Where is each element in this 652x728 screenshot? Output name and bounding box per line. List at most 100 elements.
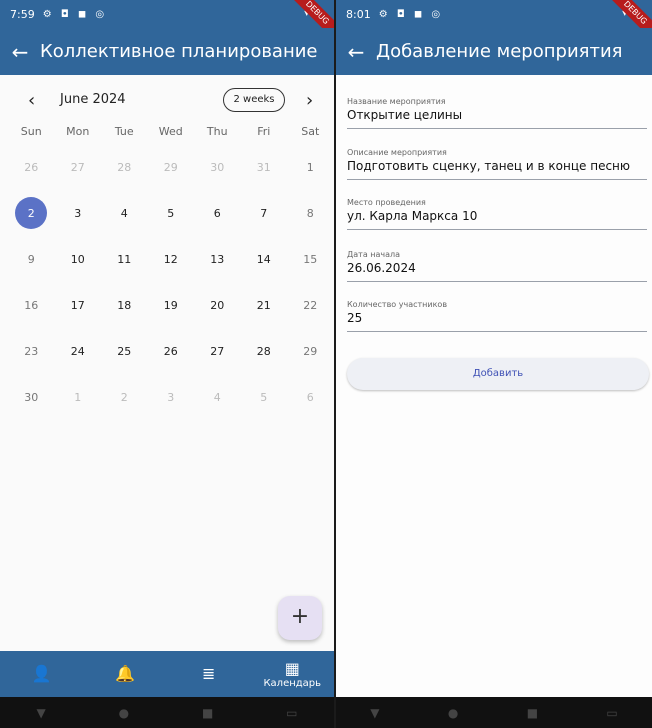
start-date-field[interactable]: Дата начала 26.06.2024 [347,249,647,282]
weekday-label: Sat [301,125,320,138]
back-triangle-icon[interactable]: ▼ [370,706,379,720]
app-bar: ← Коллективное планирование [0,28,334,75]
system-navigation-bar: ▼ ● ■ ▭ [0,697,334,728]
field-value[interactable]: ул. Карла Маркса 10 [347,209,647,229]
bottom-navigation: 👤 🔔 ≣ ▦ Календарь [0,651,334,697]
page-title: Коллективное планирование [40,41,318,62]
calendar-day[interactable]: 3 [148,374,195,420]
calendar-day[interactable]: 30 [8,374,55,420]
field-label: Название мероприятия [347,97,446,106]
calendar-day[interactable]: 22 [287,282,334,328]
keyboard-icon[interactable]: ▭ [286,706,297,720]
nav-item-label: Календарь [263,677,322,689]
calendar-day[interactable]: 18 [101,282,148,328]
calendar-day[interactable]: 24 [55,328,102,374]
status-time: 7:59 [10,7,35,21]
calendar-day[interactable]: 4 [194,374,241,420]
status-bar: 7:59 ⚙ ◘ ◼ ◎ ▾ ▮ DEBUG [0,0,334,43]
back-triangle-icon[interactable]: ▼ [36,706,45,720]
calendar-day[interactable]: 15 [287,236,334,282]
calendar-day[interactable]: 11 [101,236,148,282]
calendar-day[interactable]: 21 [241,282,288,328]
calendar-day[interactable]: 5 [148,190,195,236]
recents-square-icon[interactable]: ■ [202,706,213,720]
calendar-day[interactable]: 26 [8,144,55,190]
calendar-day[interactable]: 1 [55,374,102,420]
nav-item-list[interactable]: ≣ [167,651,251,697]
calendar-day[interactable]: 30 [194,144,241,190]
weekday-label: Thu [206,125,228,138]
calendar-day[interactable]: 26 [148,328,195,374]
weekday-label: Wed [158,125,183,138]
calendar-day[interactable]: 25 [101,328,148,374]
status-icons: ⚙ ◘ ◼ ◎ [378,8,444,20]
bell-icon: 🔔 [115,664,136,683]
weekday-label: Mon [66,125,90,138]
field-value[interactable]: 26.06.2024 [347,261,647,281]
participants-count-field[interactable]: Количество участников 25 [347,299,647,332]
calendar-day[interactable]: 9 [8,236,55,282]
calendar-day[interactable]: 29 [287,328,334,374]
calendar-day[interactable]: 28 [101,144,148,190]
status-icons: ⚙ ◘ ◼ ◎ [42,8,108,20]
calendar-day[interactable]: 13 [194,236,241,282]
calendar-day[interactable]: 6 [287,374,334,420]
calendar-day[interactable]: 6 [194,190,241,236]
calendar-day[interactable]: 4 [101,190,148,236]
event-location-field[interactable]: Место проведения ул. Карла Маркса 10 [347,197,647,230]
field-value[interactable]: Открытие целины [347,108,647,128]
calendar-icon: ▦ [284,658,300,678]
field-label: Место проведения [347,198,426,207]
calendar-day[interactable]: 3 [55,190,102,236]
calendar-day[interactable]: 16 [8,282,55,328]
status-time: 8:01 [346,7,371,21]
event-description-field[interactable]: Описание мероприятия Подготовить сценку,… [347,147,647,180]
home-circle-icon[interactable]: ● [119,706,129,720]
calendar-day[interactable]: 10 [55,236,102,282]
field-label: Количество участников [347,300,448,309]
chevron-right-icon[interactable]: › [306,90,313,111]
add-button[interactable]: Добавить [347,358,649,390]
field-label: Описание мероприятия [347,148,447,157]
nav-item-profile[interactable]: 👤 [0,651,84,697]
app-bar: ← Добавление мероприятия [336,28,652,75]
format-toggle-button[interactable]: 2 weeks [223,88,285,112]
calendar-day[interactable]: 7 [241,190,288,236]
back-arrow-icon[interactable]: ← [0,40,40,64]
calendar-day[interactable]: 2 [101,374,148,420]
calendar-header: ‹ June 2024 2 weeks › [0,88,334,114]
weekday-label: Fri [257,125,271,138]
calendar-day[interactable]: 23 [8,328,55,374]
calendar-day[interactable]: 20 [194,282,241,328]
add-event-screen: 8:01 ⚙ ◘ ◼ ◎ ▾ ▮ DEBUG ← Добавление меро… [336,0,652,728]
calendar-day[interactable]: 17 [55,282,102,328]
calendar-day[interactable]: 19 [148,282,195,328]
keyboard-icon[interactable]: ▭ [606,706,617,720]
calendar-day[interactable]: 1 [287,144,334,190]
nav-item-notifications[interactable]: 🔔 [84,651,168,697]
field-value[interactable]: Подготовить сценку, танец и в конце песн… [347,159,647,179]
calendar-day[interactable]: 14 [241,236,288,282]
calendar-day[interactable]: 29 [148,144,195,190]
chevron-left-icon[interactable]: ‹ [28,90,35,111]
back-arrow-icon[interactable]: ← [336,40,376,64]
calendar-day[interactable]: 27 [194,328,241,374]
field-value[interactable]: 25 [347,311,647,331]
calendar-day[interactable]: 5 [241,374,288,420]
system-navigation-bar: ▼ ● ■ ▭ [336,697,652,728]
status-bar: 8:01 ⚙ ◘ ◼ ◎ ▾ ▮ DEBUG [336,0,652,43]
calendar-day[interactable]: 27 [55,144,102,190]
recents-square-icon[interactable]: ■ [527,706,538,720]
calendar-day[interactable]: 28 [241,328,288,374]
event-name-field[interactable]: Название мероприятия Открытие целины [347,96,647,129]
home-circle-icon[interactable]: ● [448,706,458,720]
page-title: Добавление мероприятия [376,41,623,62]
calendar-day[interactable]: 12 [148,236,195,282]
add-event-fab[interactable]: + [278,596,322,640]
calendar-day-selected[interactable]: 2 [8,190,55,236]
calendar-grid: Sun Mon Tue Wed Thu Fri Sat 26 27 28 29 … [8,120,334,420]
nav-item-calendar[interactable]: ▦ Календарь [251,651,335,697]
calendar-day[interactable]: 8 [287,190,334,236]
calendar-day[interactable]: 31 [241,144,288,190]
weekday-label: Tue [114,125,134,138]
